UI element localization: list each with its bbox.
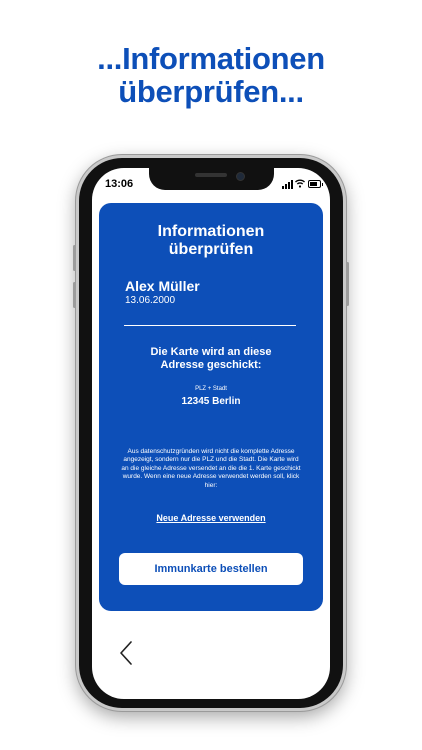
speaker-grille bbox=[195, 173, 227, 177]
postal-city: 12345 Berlin bbox=[181, 396, 241, 407]
user-name: Alex Müller bbox=[125, 278, 200, 294]
privacy-notice: Aus datenschutzgründen wird nicht die ko… bbox=[121, 448, 301, 489]
headline-line-2: überprüfen... bbox=[118, 74, 304, 109]
date-of-birth: 13.06.2000 bbox=[125, 295, 176, 306]
order-card-button[interactable]: Immunkarte bestellen bbox=[119, 553, 303, 585]
headline-line-1: ...Informationen bbox=[97, 41, 325, 76]
card-title: Informationen überprüfen bbox=[99, 223, 323, 259]
marketing-headline: ...Informationen überprüfen... bbox=[0, 42, 422, 108]
side-button-volume-down bbox=[73, 282, 76, 308]
plz-label: PLZ + Stadt bbox=[195, 386, 227, 392]
new-address-link[interactable]: Neue Adresse verwenden bbox=[99, 513, 323, 523]
status-icons bbox=[282, 179, 323, 189]
divider bbox=[124, 325, 296, 326]
address-heading-line-2: Adresse geschickt: bbox=[160, 359, 262, 371]
notch bbox=[149, 168, 274, 190]
chevron-left-icon[interactable] bbox=[116, 640, 136, 666]
battery-icon bbox=[308, 180, 323, 188]
status-time: 13:06 bbox=[105, 178, 134, 190]
info-card: Informationen überprüfen Alex Müller 13.… bbox=[99, 203, 323, 611]
card-title-line-1: Informationen bbox=[157, 223, 265, 240]
address-heading: Die Karte wird an diese Adresse geschick… bbox=[99, 346, 323, 372]
side-button-volume-up bbox=[73, 245, 76, 271]
address-heading-line-1: Die Karte wird an diese bbox=[150, 346, 272, 358]
card-title-line-2: überprüfen bbox=[168, 241, 254, 258]
wifi-icon bbox=[295, 179, 305, 188]
side-button-power bbox=[346, 262, 349, 306]
front-camera bbox=[236, 172, 245, 181]
